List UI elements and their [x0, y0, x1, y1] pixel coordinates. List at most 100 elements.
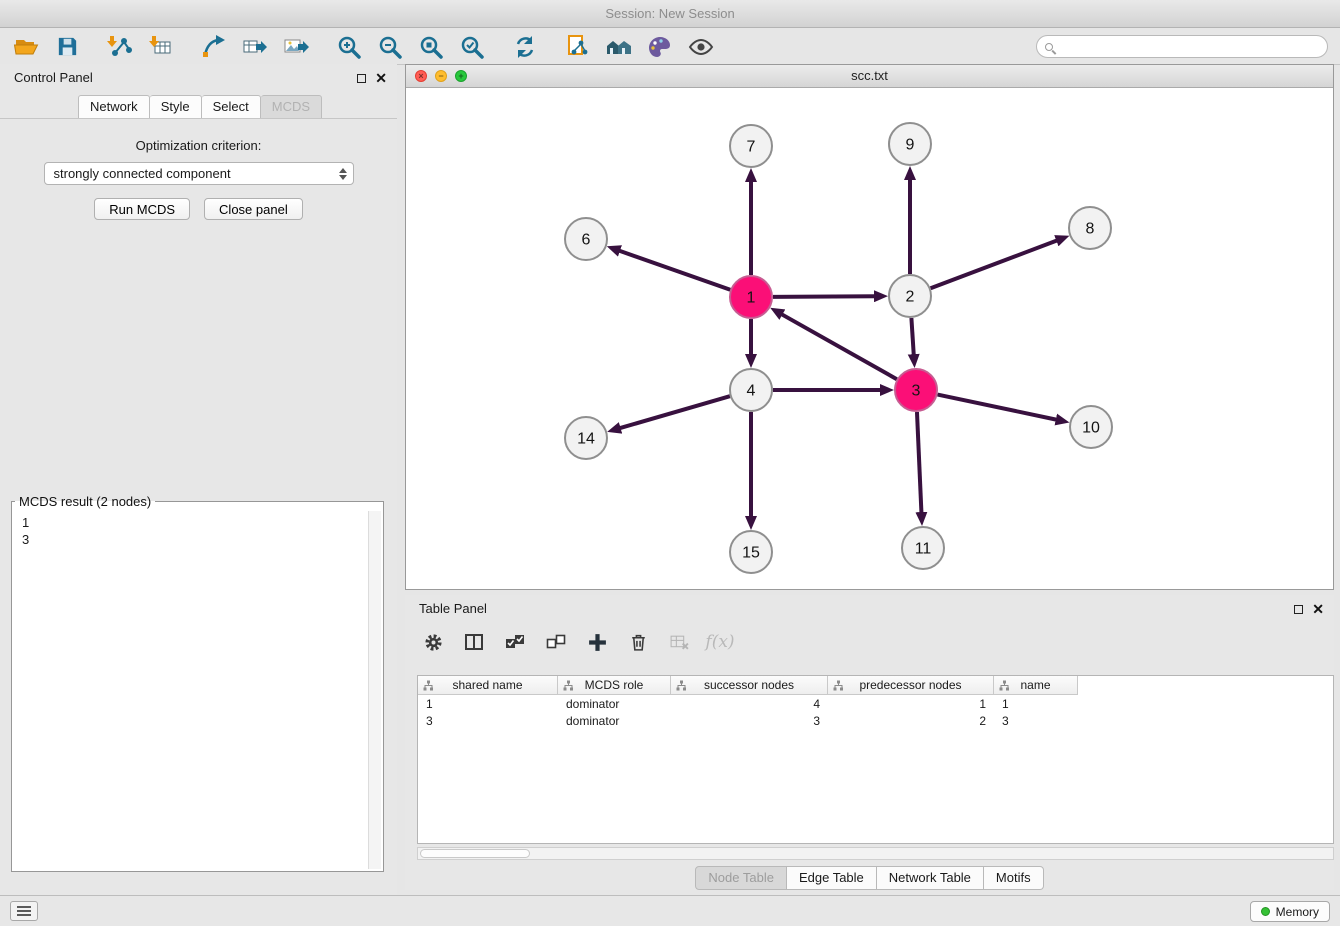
- column-header-successor-nodes[interactable]: successor nodes: [671, 676, 828, 695]
- criterion-dropdown[interactable]: strongly connected component: [44, 162, 354, 185]
- tab-select[interactable]: Select: [202, 95, 261, 119]
- float-table-panel-icon[interactable]: [1294, 605, 1303, 614]
- scrollbar-thumb[interactable]: [420, 849, 530, 858]
- run-mcds-button[interactable]: Run MCDS: [94, 198, 190, 220]
- import-table-icon[interactable]: [147, 33, 175, 61]
- network-view-window: × − + scc.txt 7968124314101511: [405, 64, 1334, 590]
- edge-3-10[interactable]: [938, 395, 1057, 420]
- network-node-2[interactable]: 2: [889, 275, 931, 317]
- close-panel-button[interactable]: Close panel: [204, 198, 303, 220]
- table-cell: 3: [671, 714, 828, 728]
- table-tab-edge-table[interactable]: Edge Table: [787, 866, 877, 890]
- table-tab-node-table[interactable]: Node Table: [695, 866, 787, 890]
- deselect-all-icon[interactable]: [544, 630, 568, 654]
- edge-1-2[interactable]: [773, 296, 875, 297]
- save-session-icon[interactable]: [53, 33, 81, 61]
- app-title: Session: New Session: [605, 6, 734, 21]
- split-view-icon[interactable]: [462, 630, 486, 654]
- network-node-4[interactable]: 4: [730, 369, 772, 411]
- criterion-dropdown-value: strongly connected component: [54, 166, 339, 181]
- table-horizontal-scrollbar[interactable]: [417, 847, 1334, 860]
- edge-2-3[interactable]: [911, 318, 913, 355]
- network-node-1[interactable]: 1: [730, 276, 772, 318]
- task-history-button[interactable]: [10, 901, 38, 921]
- style-paint-icon[interactable]: [646, 33, 674, 61]
- column-type-icon: [676, 680, 687, 691]
- network-overview-icon[interactable]: [564, 33, 592, 61]
- column-type-icon: [833, 680, 844, 691]
- memory-status-icon: [1261, 907, 1270, 916]
- svg-text:7: 7: [747, 139, 756, 156]
- table-row-3[interactable]: 3dominator323: [418, 712, 1333, 729]
- apply-layout-icon[interactable]: [511, 33, 539, 61]
- mcds-result-box: MCDS result (2 nodes) 1 3: [11, 494, 384, 872]
- open-session-icon[interactable]: [12, 33, 40, 61]
- mcds-result-values: 1 3: [14, 511, 381, 551]
- edge-4-14[interactable]: [620, 396, 730, 428]
- table-panel-title: Table Panel: [405, 601, 487, 616]
- network-node-6[interactable]: 6: [565, 218, 607, 260]
- zoom-selected-icon[interactable]: [458, 33, 486, 61]
- column-type-icon: [563, 680, 574, 691]
- network-canvas[interactable]: 7 9 6 8 1 2 4 3 14 10 15 11: [406, 88, 1333, 589]
- column-type-icon: [999, 680, 1010, 691]
- svg-text:14: 14: [577, 431, 595, 448]
- column-type-icon: [423, 680, 434, 691]
- table-panel-tabs: Node TableEdge TableNetwork TableMotifs: [405, 866, 1334, 890]
- memory-button[interactable]: Memory: [1250, 901, 1330, 922]
- show-hide-icon[interactable]: [687, 33, 715, 61]
- export-table-icon[interactable]: [241, 33, 269, 61]
- main-toolbar: [0, 29, 1340, 65]
- edge-3-11[interactable]: [917, 412, 921, 513]
- close-table-panel-icon[interactable]: ✕: [1312, 600, 1324, 618]
- mcds-tab-content: Optimization criterion: strongly connect…: [0, 118, 397, 895]
- tab-mcds[interactable]: MCDS: [261, 95, 322, 119]
- result-scrollbar[interactable]: [368, 511, 381, 869]
- import-network-icon[interactable]: [106, 33, 134, 61]
- table-cell: dominator: [558, 714, 671, 728]
- add-column-icon[interactable]: [585, 630, 609, 654]
- delete-trash-icon[interactable]: [626, 630, 650, 654]
- window-close-icon[interactable]: ×: [415, 70, 427, 82]
- table-tab-motifs[interactable]: Motifs: [984, 866, 1044, 890]
- table-settings-icon[interactable]: [421, 630, 445, 654]
- tab-style[interactable]: Style: [150, 95, 202, 119]
- column-header-MCDS-role[interactable]: MCDS role: [558, 676, 671, 695]
- network-node-8[interactable]: 8: [1069, 207, 1111, 249]
- table-row-1[interactable]: 1dominator411: [418, 695, 1333, 712]
- network-node-3[interactable]: 3: [895, 369, 937, 411]
- zoom-out-icon[interactable]: [376, 33, 404, 61]
- zoom-in-icon[interactable]: [335, 33, 363, 61]
- network-node-9[interactable]: 9: [889, 123, 931, 165]
- edge-3-1[interactable]: [781, 314, 896, 379]
- zoom-fit-icon[interactable]: [417, 33, 445, 61]
- search-field[interactable]: [1036, 35, 1328, 58]
- delete-table-icon[interactable]: [667, 630, 691, 654]
- column-header-predecessor-nodes[interactable]: predecessor nodes: [828, 676, 994, 695]
- close-panel-icon[interactable]: ✕: [375, 69, 387, 87]
- table-cell: 4: [671, 697, 828, 711]
- edge-2-8[interactable]: [931, 240, 1058, 288]
- network-node-15[interactable]: 15: [730, 531, 772, 573]
- export-network-icon[interactable]: [200, 33, 228, 61]
- function-builder-icon[interactable]: f(x): [708, 630, 732, 654]
- column-header-name[interactable]: name: [994, 676, 1078, 695]
- edge-1-6[interactable]: [619, 251, 730, 290]
- network-node-14[interactable]: 14: [565, 417, 607, 459]
- window-minimize-icon[interactable]: −: [435, 70, 447, 82]
- home-icon[interactable]: [605, 33, 633, 61]
- column-header-shared-name[interactable]: shared name: [418, 676, 558, 695]
- export-image-icon[interactable]: [282, 33, 310, 61]
- svg-text:8: 8: [1086, 221, 1095, 238]
- select-all-icon[interactable]: [503, 630, 527, 654]
- network-node-7[interactable]: 7: [730, 125, 772, 167]
- float-panel-icon[interactable]: [357, 74, 366, 83]
- table-tab-network-table[interactable]: Network Table: [877, 866, 984, 890]
- chevron-updown-icon: [339, 168, 349, 180]
- search-input[interactable]: [1058, 38, 1319, 55]
- tab-network[interactable]: Network: [78, 95, 150, 119]
- table-cell: dominator: [558, 697, 671, 711]
- network-node-11[interactable]: 11: [902, 527, 944, 569]
- window-maximize-icon[interactable]: +: [455, 70, 467, 82]
- network-node-10[interactable]: 10: [1070, 406, 1112, 448]
